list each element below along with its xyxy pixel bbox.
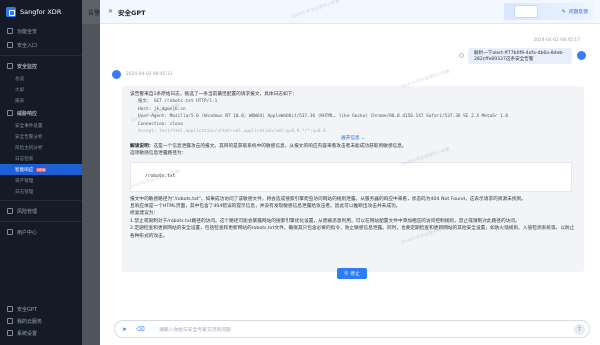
- sidebar-subitem-active[interactable]: 智能响应 NEW: [0, 164, 82, 175]
- sidebar-subitem[interactable]: 总览: [0, 73, 82, 84]
- sidebar-item-cloud[interactable]: 我的云服务: [0, 315, 82, 327]
- sidebar-subitem[interactable]: 风险主机分析: [0, 142, 82, 153]
- user-avatar: [577, 51, 586, 60]
- submit-icon[interactable]: ↑: [574, 324, 585, 335]
- sidebar-item-label: 安全入口: [17, 42, 38, 49]
- new-badge: NEW: [36, 167, 47, 172]
- brand-name: Sangfor XDR: [20, 8, 62, 16]
- message-status-icon: [459, 53, 464, 58]
- sidebar-item-overview[interactable]: 功能全览: [0, 24, 82, 38]
- app-root: Sangfor XDR 功能全览 安全入口 安全监控 总览 大屏 报表 威胁响应…: [0, 0, 600, 345]
- feedback-link[interactable]: 问题反馈: [569, 8, 588, 15]
- advice-item: 2.定期检查和更新网站的安全设置，包括检查和更新网站的robots.txt文件，…: [130, 226, 575, 239]
- chat-input[interactable]: ➤ ⌫ 请输入你想与安全专家交流的问题 ↑: [114, 320, 590, 338]
- sidebar-item-label: 风险管理: [17, 208, 38, 215]
- clear-icon[interactable]: ⌫: [135, 324, 146, 335]
- sidebar-subitem[interactable]: 日志检索: [0, 153, 82, 164]
- chat-input-placeholder: 请输入你想与安全专家交流的问题: [159, 327, 231, 333]
- sidebar-item-settings[interactable]: 系统设置: [0, 327, 82, 339]
- timestamp: 2024-04-02 08:45:17: [533, 38, 580, 43]
- paragraph: 且响应体是一个HTML页面，其中包含了404错误的提示信息，并没有发现敏感信息泄…: [130, 204, 401, 210]
- banner-illustration: [514, 5, 538, 18]
- sidebar-subitem[interactable]: 安全事件处置: [0, 120, 82, 131]
- sidebar-item-label: 系统设置: [17, 330, 38, 337]
- shield-icon: [7, 110, 13, 116]
- log-line: Connection: close: [138, 121, 183, 127]
- send-plane-icon[interactable]: ➤: [119, 324, 130, 335]
- close-icon[interactable]: ✕: [108, 8, 113, 15]
- advice-item: 1.禁止或限制对于/robots.txt路径的访问。这个路径可能会暴露网站的搜索…: [130, 218, 520, 224]
- paragraph: 报文中的敏感路径为"/robots.txt"。如果成功访问了该敏感文件，将会造成…: [130, 196, 526, 202]
- analysis-label: 解读说明：: [130, 143, 154, 149]
- brand[interactable]: Sangfor XDR: [0, 0, 82, 24]
- sidebar-section-monitor[interactable]: 安全监控: [0, 59, 82, 73]
- feedback-icon: ✎: [561, 8, 566, 15]
- sidebar-item-label: 安全GPT: [17, 306, 37, 313]
- stop-label: 停止: [350, 272, 360, 277]
- log-line: 报文： GET /robots.txt HTTP/1.1: [138, 99, 218, 105]
- gpt-drawer: ✕ 安全GPT ✎ 问题反馈 2024-04-02 08:45:17 解析一下a…: [100, 0, 600, 345]
- cloud-icon: [7, 318, 13, 324]
- sidebar-section-detect[interactable]: 威胁响应: [0, 106, 82, 120]
- divider: [0, 200, 82, 201]
- chat-area: 2024-04-02 08:45:17 解析一下alert-ff77b0f9-4…: [100, 24, 600, 315]
- sidebar-item-label: 功能全览: [17, 28, 38, 35]
- log-line: Host: jk.dgwsjb.cn: [138, 106, 186, 112]
- sidebar-item-gpt[interactable]: 安全GPT: [0, 303, 82, 315]
- log-line: Accept: text/html,application/xhtml+xml,…: [138, 129, 326, 135]
- robot-icon: [7, 306, 13, 312]
- sidebar-section-risk[interactable]: 风险管理: [0, 204, 82, 218]
- gear-icon: [7, 330, 13, 336]
- divider: [0, 221, 82, 222]
- entry-icon: [7, 42, 13, 48]
- user-message: 解析一下alert-ff77b0f9-4efa-4b6a-8deb-282cff…: [468, 48, 572, 64]
- sidebar-subitem[interactable]: 日志管理: [0, 186, 82, 197]
- sidebar-item-entry[interactable]: 安全入口: [0, 38, 82, 52]
- code-block: /robots.txt: [130, 161, 572, 192]
- stop-button[interactable]: ◎ 停止: [337, 268, 367, 279]
- grid-icon: [7, 28, 13, 34]
- analysis: 解读说明：这是一个信息泄露攻击的报文。其目的是获取系统中的敏感信息，从报文的响应…: [130, 143, 576, 150]
- timestamp: 2024-04-02 08:45:31: [126, 72, 173, 77]
- feedback-banner: ✎ 问题反馈: [504, 3, 594, 20]
- sidebar-item-label: 我的云服务: [17, 318, 43, 325]
- chevron-down-icon: ⌄: [361, 136, 365, 142]
- user-icon: [7, 229, 13, 235]
- monitor-icon: [7, 63, 13, 69]
- divider: [0, 55, 82, 56]
- sidebar-item-label: 用户中心: [17, 229, 38, 236]
- risk-icon: [7, 208, 13, 214]
- sidebar-subitem[interactable]: 报表: [0, 95, 82, 106]
- sidebar-item-label: 安全监控: [17, 63, 38, 70]
- sidebar-subitem[interactable]: 大屏: [0, 84, 82, 95]
- advice-label: 修复建议为：: [130, 211, 159, 217]
- stop-icon: ◎: [344, 271, 349, 276]
- analysis-text: 这是一个信息泄露攻击的报文。其目的是获取系统中的敏感信息，从报文的响应内容来看攻…: [153, 143, 407, 149]
- sidebar-item-label: 智能响应: [15, 167, 34, 173]
- log-line: User-Agent: Mozilla/5.0 (Windows NT 10.0…: [138, 114, 509, 120]
- expand-label: 展开信息: [341, 136, 360, 142]
- sangfor-logo-icon: [6, 7, 16, 17]
- main-sidebar: Sangfor XDR 功能全览 安全入口 安全监控 总览 大屏 报表 威胁响应…: [0, 0, 82, 345]
- sidebar-subitem[interactable]: 资产管理: [0, 175, 82, 186]
- drawer-title: 安全GPT: [118, 8, 146, 17]
- sidebar-subitem[interactable]: 安全告警分析: [0, 131, 82, 142]
- sidebar-item-label: 威胁响应: [17, 110, 38, 117]
- path-label: 选项敏感信息泄露路径为：: [130, 151, 187, 157]
- answer-intro: 该告警来自1条原始日志，挑选了一条当前最佳配置的请求报文，具体日志如下：: [130, 92, 298, 97]
- expand-toggle[interactable]: 展开信息 ⌄: [130, 135, 576, 142]
- sidebar-section-user[interactable]: 用户中心: [0, 225, 82, 239]
- gpt-avatar: [112, 70, 121, 79]
- gpt-answer: 该告警来自1条原始日志，挑选了一条当前最佳配置的请求报文，具体日志如下： 报文：…: [122, 86, 584, 272]
